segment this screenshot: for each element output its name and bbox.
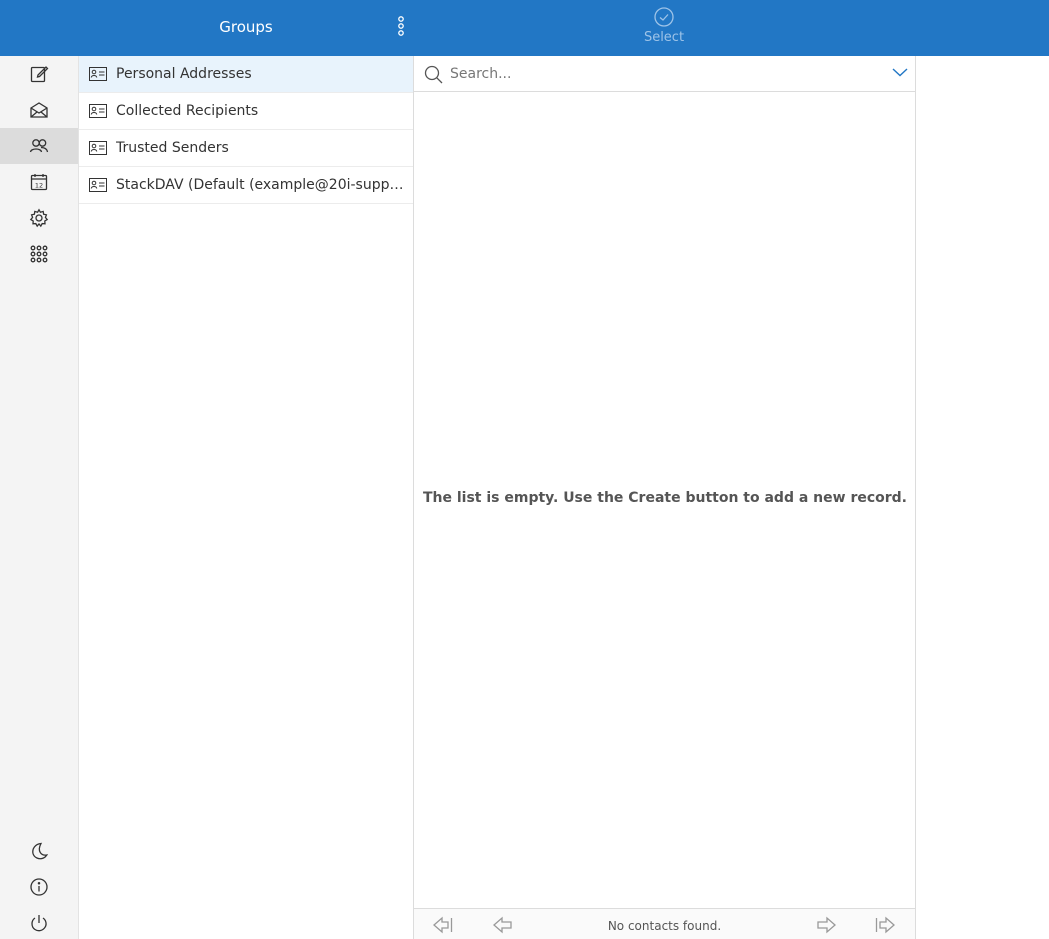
nav-compose[interactable] xyxy=(0,56,78,92)
svg-text:12: 12 xyxy=(35,182,43,190)
nav-contacts[interactable] xyxy=(0,128,78,164)
select-button[interactable]: Select xyxy=(614,4,714,52)
gear-icon xyxy=(29,208,49,228)
nav-dark-mode[interactable] xyxy=(0,833,78,869)
address-book-icon xyxy=(89,141,107,155)
group-label: Trusted Senders xyxy=(116,140,229,156)
moon-icon xyxy=(32,842,49,860)
compose-icon xyxy=(30,66,49,83)
nav-about[interactable] xyxy=(0,869,78,905)
nav-logout[interactable] xyxy=(0,905,78,939)
arrow-right-icon xyxy=(817,916,836,934)
empty-list-message: The list is empty. Use the Create button… xyxy=(422,490,908,506)
last-page-icon xyxy=(875,916,895,934)
nav-settings[interactable] xyxy=(0,200,78,236)
group-item-collected-recipients[interactable]: Collected Recipients xyxy=(79,93,413,130)
contacts-panel: The list is empty. Use the Create button… xyxy=(414,56,916,939)
groups-list: Personal Addresses Collected Recipients … xyxy=(79,56,414,939)
group-item-stackdav[interactable]: StackDAV (Default (example@20i-support.c… xyxy=(79,167,413,204)
nav-calendar[interactable]: 12 xyxy=(0,164,78,200)
address-book-icon xyxy=(89,178,107,192)
group-item-trusted-senders[interactable]: Trusted Senders xyxy=(79,130,413,167)
nav-apps[interactable] xyxy=(0,236,78,272)
pager-info: No contacts found. xyxy=(607,919,722,933)
check-circle-icon xyxy=(654,7,674,27)
chevron-down-icon[interactable] xyxy=(891,66,909,78)
groups-title: Groups xyxy=(219,18,273,36)
group-label: Collected Recipients xyxy=(116,103,259,119)
apps-grid-icon xyxy=(30,245,48,263)
envelope-icon xyxy=(30,102,48,118)
vertical-dots-icon xyxy=(398,16,404,36)
search-icon xyxy=(424,65,443,84)
main-nav: 12 xyxy=(0,56,79,939)
select-label: Select xyxy=(643,30,685,45)
content-frame xyxy=(916,56,1049,939)
address-book-icon xyxy=(89,67,107,81)
groups-menu-button[interactable] xyxy=(391,14,411,40)
info-icon xyxy=(30,878,48,896)
group-item-personal-addresses[interactable]: Personal Addresses xyxy=(79,56,413,93)
group-label: StackDAV (Default (example@20i-support.c… xyxy=(116,177,406,193)
calendar-icon: 12 xyxy=(30,174,48,191)
nav-mail[interactable] xyxy=(0,92,78,128)
address-book-icon xyxy=(89,104,107,118)
top-header: Groups Select xyxy=(0,0,1049,56)
last-page-button[interactable] xyxy=(874,915,896,935)
next-page-button[interactable] xyxy=(815,915,837,935)
pagination-bar: No contacts found. xyxy=(414,908,915,939)
power-icon xyxy=(31,915,47,932)
search-input[interactable] xyxy=(450,61,870,87)
search-bar xyxy=(414,56,915,92)
group-label: Personal Addresses xyxy=(116,66,252,82)
contacts-icon xyxy=(29,139,49,153)
